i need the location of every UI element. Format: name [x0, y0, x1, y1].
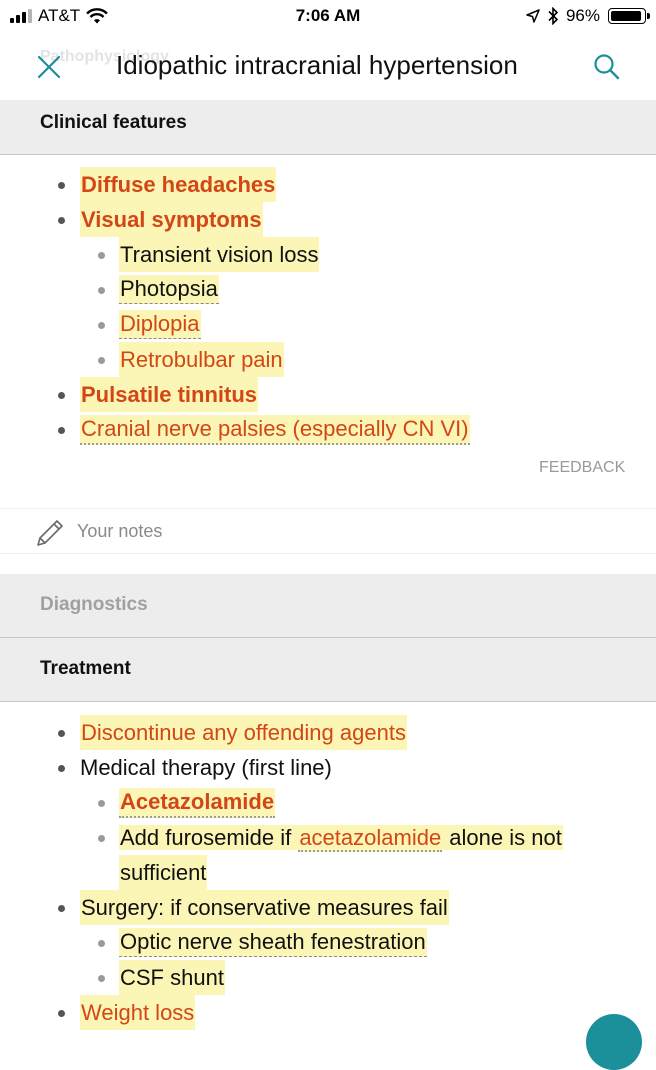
bullet — [98, 252, 105, 259]
bullet — [58, 427, 65, 434]
list-item-text[interactable]: Pulsatile tinnitus — [80, 377, 259, 412]
sub-list: Transient vision loss Photopsia Diplopia… — [0, 237, 656, 377]
bullet — [58, 765, 65, 772]
bullet — [58, 392, 65, 399]
your-notes-row[interactable]: Your notes — [0, 508, 656, 554]
status-bar: AT&T 7:06 AM 96% — [0, 0, 656, 34]
floating-action-button[interactable] — [586, 1014, 642, 1070]
term-link[interactable]: Optic nerve sheath fenestration — [119, 928, 427, 957]
bullet — [98, 940, 105, 947]
list-item-text: Medical therapy (first line) — [80, 755, 332, 780]
bullet — [98, 975, 105, 982]
list-item: Visual symptoms Transient vision loss Ph… — [0, 202, 656, 377]
bullet — [98, 322, 105, 329]
nav-header: Pathophysiology Idiopathic intracranial … — [0, 34, 656, 100]
sub-list: Acetazolamide Add furosemide if acetazol… — [0, 785, 656, 890]
list-item: Weight loss — [0, 995, 656, 1030]
pencil-icon — [37, 520, 63, 546]
sub-list-item: Optic nerve sheath fenestration — [0, 925, 656, 960]
treatment-list: Discontinue any offending agents Medical… — [0, 715, 656, 1030]
list-item-text[interactable]: Weight loss — [80, 995, 196, 1030]
list-item: Medical therapy (first line) Acetazolami… — [0, 750, 656, 890]
sub-list: Optic nerve sheath fenestration CSF shun… — [0, 925, 656, 995]
close-icon[interactable] — [36, 54, 62, 80]
list-item-text: Surgery: if conservative measures fail — [80, 890, 449, 925]
term-link[interactable]: Diplopia — [119, 310, 201, 339]
bullet — [58, 1010, 65, 1017]
sub-list-item: Diplopia — [0, 307, 656, 342]
list-item-text: Add furosemide if acetazolamide alone is… — [119, 820, 563, 855]
text-fragment: Add furosemide if — [119, 825, 299, 850]
bullet — [98, 357, 105, 364]
section-treatment[interactable]: Treatment — [0, 638, 656, 702]
list-item-text: Transient vision loss — [119, 237, 320, 272]
term-link[interactable]: acetazolamide — [298, 825, 443, 852]
sub-list-item: Photopsia — [0, 272, 656, 307]
list-item-text[interactable]: Retrobulbar pain — [119, 342, 284, 377]
list-item-text: CSF shunt — [119, 960, 225, 995]
sub-list-item: Acetazolamide — [0, 785, 656, 820]
list-item-text[interactable]: Discontinue any offending agents — [80, 715, 407, 750]
notes-label: Your notes — [77, 521, 163, 541]
page-title: Idiopathic intracranial hypertension — [116, 50, 518, 80]
list-item-text[interactable]: Diffuse headaches — [80, 167, 277, 202]
section-diagnostics[interactable]: Diagnostics — [0, 574, 656, 638]
bluetooth-icon — [548, 7, 558, 25]
section-label: Treatment — [40, 658, 131, 679]
section-label: Clinical features — [40, 112, 187, 133]
sub-list-item: Retrobulbar pain — [0, 342, 656, 377]
list-item: Pulsatile tinnitus — [0, 377, 656, 412]
status-right: 96% — [526, 6, 650, 26]
bullet — [98, 835, 105, 842]
list-item-text[interactable]: Visual symptoms — [80, 202, 263, 237]
section-clinical-features[interactable]: Clinical features — [0, 100, 656, 155]
list-item: Cranial nerve palsies (especially CN VI) — [0, 412, 656, 447]
sub-list-item: CSF shunt — [0, 960, 656, 995]
list-item: Diffuse headaches — [0, 167, 656, 202]
text-continuation: sufficient — [119, 855, 208, 890]
term-link[interactable]: Photopsia — [119, 275, 219, 304]
section-label: Diagnostics — [40, 594, 148, 615]
bullet — [98, 287, 105, 294]
text-fragment: alone is not — [442, 825, 563, 850]
sub-list-item: Add furosemide if acetazolamide alone is… — [0, 820, 656, 890]
term-link[interactable]: Acetazolamide — [119, 788, 276, 818]
sub-list-item: Transient vision loss — [0, 237, 656, 272]
clinical-features-list: Diffuse headaches Visual symptoms Transi… — [0, 167, 656, 447]
list-item-text[interactable]: Cranial nerve palsies (especially CN VI) — [80, 415, 470, 445]
battery-percent: 96% — [565, 6, 600, 25]
battery-icon — [608, 8, 650, 24]
location-arrow-icon — [526, 9, 540, 23]
feedback-link[interactable]: FEEDBACK — [539, 459, 625, 477]
list-item: Surgery: if conservative measures fail O… — [0, 890, 656, 995]
bullet — [98, 800, 105, 807]
bullet — [58, 730, 65, 737]
list-item: Discontinue any offending agents — [0, 715, 656, 750]
bullet — [58, 217, 65, 224]
bullet — [58, 182, 65, 189]
bullet — [58, 905, 65, 912]
search-icon[interactable] — [592, 52, 622, 82]
